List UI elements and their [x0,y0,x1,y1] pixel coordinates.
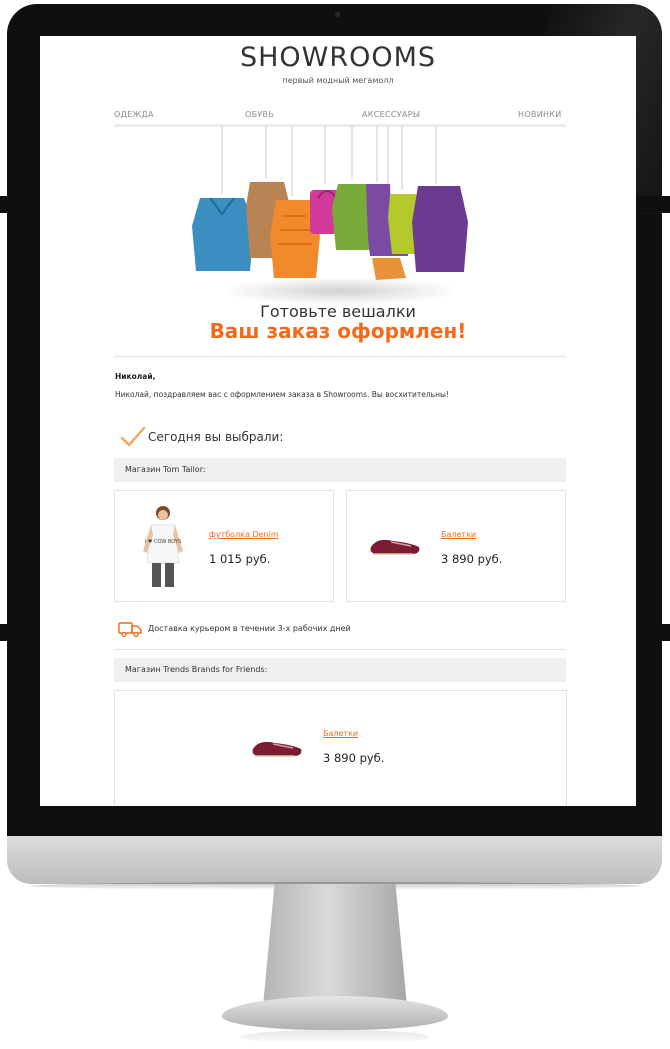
bezel-edge-left [0,196,40,213]
product-price: 1 015 руб. [209,552,271,566]
chosen-heading: Сегодня вы выбрали: [120,426,283,448]
product-price: 3 890 руб. [441,552,503,566]
checkmark-icon [120,426,146,447]
store-label: Магазин Tom Tailor: [125,465,206,474]
monitor-stand-neck [263,884,407,1006]
greeting-message: Николай, поздравляем вас с оформлением з… [115,390,449,399]
store-bar-tom-tailor: Магазин Tom Tailor: [114,458,566,482]
nav-item-shoes[interactable]: ОБУВЬ [245,110,274,119]
headline-order-placed: Ваш заказ оформлен! [209,319,467,343]
product-card[interactable]: Балетки 3 890 руб. [346,490,566,602]
chosen-title: Сегодня вы выбрали: [148,430,284,444]
product-image-ballet-flats[interactable] [367,533,423,557]
store-bar-trends-brands: Магазин Trends Brands for Friends: [114,658,566,682]
bezel-edge-right [636,196,670,213]
product-link[interactable]: Балетки [441,530,476,539]
section-divider [114,356,566,357]
product-image-tshirt[interactable]: I ♥ COW BOYS [141,503,185,589]
email-screen: SHOWROOMS первый модный мегамолл ОДЕЖДА … [40,36,636,806]
hero-hanging-tags-illustration [192,126,468,305]
section-divider [114,649,566,650]
monitor-chin [7,836,662,884]
store-label: Магазин Trends Brands for Friends: [125,665,268,674]
delivery-info: Доставка курьером в течении 3-х рабочих … [118,621,518,639]
brand-tagline: первый модный мегамолл [282,76,394,85]
product-price: 3 890 руб. [323,751,385,765]
product-link[interactable]: футболка Denim [209,530,279,539]
tshirt-print-text: I ♥ COW BOYS [145,539,181,545]
bezel-edge-right [636,624,670,641]
truck-icon [118,622,142,638]
product-card[interactable]: Балетки 3 890 руб. [114,690,567,806]
delivery-text: Доставка курьером в течении 3-х рабочих … [148,624,351,633]
camera-dot [335,12,340,17]
bezel-edge-left [0,624,40,641]
nav-item-new[interactable]: НОВИНКИ [518,110,562,119]
stand-reflection [240,1030,430,1044]
greeting-name: Николай, [115,372,156,381]
brand-logo[interactable]: SHOWROOMS [40,42,636,73]
nav-item-clothes[interactable]: ОДЕЖДА [114,110,154,119]
product-card[interactable]: I ♥ COW BOYS футболка Denim 1 015 руб. [114,490,334,602]
product-link[interactable]: Балетки [323,729,358,738]
nav-item-accessories[interactable]: АКСЕССУАРЫ [362,110,420,119]
monitor-stand-foot [222,996,448,1030]
product-image-ballet-flats[interactable] [249,735,305,759]
